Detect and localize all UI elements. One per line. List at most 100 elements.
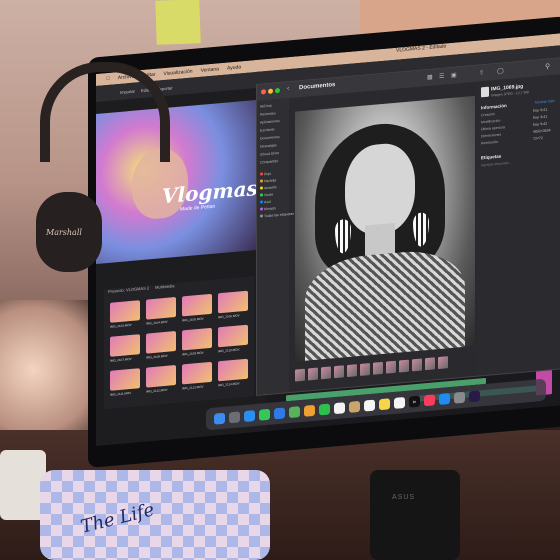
- project-panel: Proyecto: VLOGMAS 2 Multimedia IMG_2103.…: [104, 276, 254, 410]
- info-row-value: hoy, 9:41: [533, 114, 548, 120]
- clip-thumbnail[interactable]: [110, 334, 140, 357]
- dock-app-icon[interactable]: [439, 392, 450, 405]
- tag-dot-icon: [260, 193, 263, 197]
- dock-app-icon[interactable]: [349, 400, 360, 413]
- clip-thumbnail[interactable]: [146, 365, 176, 388]
- clip-label: IMG_2113.MOV: [182, 384, 204, 391]
- filmstrip-thumbnail[interactable]: [373, 361, 383, 375]
- filmstrip-thumbnail[interactable]: [347, 364, 357, 378]
- dock-app-icon[interactable]: [334, 401, 345, 414]
- dock-app-icon[interactable]: [319, 403, 330, 415]
- sidebar-tag[interactable]: Morado: [260, 206, 276, 211]
- headphones-brand-logo: Marshall: [46, 228, 82, 237]
- list-view-icon[interactable]: ☰: [439, 73, 444, 80]
- filmstrip-thumbnail[interactable]: [295, 368, 305, 382]
- dock-app-icon[interactable]: [469, 389, 480, 402]
- finder-title: Documentos: [299, 82, 336, 92]
- minimize-icon[interactable]: [268, 88, 273, 94]
- filmstrip-thumbnail[interactable]: [425, 357, 435, 371]
- menu-item[interactable]: Ventana: [201, 66, 219, 74]
- menu-item[interactable]: Ayuda: [227, 64, 241, 71]
- tags-input[interactable]: Agregar etiquetas...: [481, 161, 512, 168]
- sidebar-item[interactable]: Escritorio: [260, 127, 275, 132]
- sidebar-item[interactable]: Recientes: [260, 111, 276, 116]
- tab-project[interactable]: Proyecto: VLOGMAS 2: [108, 285, 149, 297]
- filmstrip-thumbnail[interactable]: [438, 356, 448, 370]
- clip-thumbnail[interactable]: [218, 358, 248, 382]
- filmstrip-thumbnail[interactable]: [308, 367, 318, 381]
- tag-dot-icon: [260, 172, 263, 176]
- menu-item[interactable]: Visualización: [164, 69, 193, 78]
- sidebar-tag[interactable]: Naranja: [260, 178, 276, 183]
- clip-thumbnail[interactable]: [182, 327, 212, 351]
- selected-photo[interactable]: [295, 95, 475, 362]
- info-row-label: Resolución: [481, 139, 499, 146]
- dock-app-icon[interactable]: [289, 405, 300, 418]
- clip-thumbnail[interactable]: [182, 293, 212, 317]
- filmstrip-thumbnail[interactable]: [321, 366, 331, 380]
- tab-media[interactable]: Multimedia: [155, 283, 174, 293]
- sidebar-tag[interactable]: Azul: [260, 200, 271, 205]
- dock-app-icon[interactable]: [214, 412, 225, 425]
- tag-dot-icon: [260, 207, 263, 211]
- sidebar-tag[interactable]: Todas las etiquetas: [260, 212, 294, 219]
- dock-app-icon[interactable]: [454, 391, 465, 404]
- clip-thumbnail[interactable]: [218, 324, 248, 348]
- tag-icon[interactable]: ◯: [497, 67, 504, 75]
- tag-dot-icon: [260, 186, 263, 190]
- grid-view-icon[interactable]: ▦: [427, 74, 433, 81]
- headphones-band: [40, 62, 170, 162]
- zoom-icon[interactable]: [275, 87, 280, 94]
- filmstrip-thumbnail[interactable]: [399, 359, 409, 373]
- filmstrip-thumbnail[interactable]: [334, 365, 344, 379]
- sidebar-tag[interactable]: Verde: [260, 193, 273, 198]
- dock-app-icon[interactable]: [379, 397, 390, 410]
- sidebar-item[interactable]: Documentos: [260, 135, 280, 141]
- sidebar-item[interactable]: Aplicaciones: [260, 119, 280, 125]
- sticky-note: [155, 0, 201, 45]
- info-row-value: hoy, 9:41: [533, 107, 548, 113]
- sidebar-tag[interactable]: Amarillo: [260, 185, 277, 190]
- close-icon[interactable]: [261, 89, 266, 95]
- clip-label: IMG_2103.MOV: [110, 322, 132, 329]
- dock-app-icon[interactable]: [394, 396, 405, 409]
- clip-thumbnail[interactable]: [110, 300, 140, 323]
- tags-section-title: Etiquetas: [481, 153, 502, 161]
- dock-app-icon[interactable]: [244, 409, 255, 422]
- sidebar-item[interactable]: AirDrop: [260, 104, 272, 109]
- clip-thumbnail[interactable]: [218, 290, 248, 314]
- dock-app-icon[interactable]: [304, 404, 315, 417]
- info-panel: IMG_1069.jpg Imagen JPEG - 12,7 MB Infor…: [477, 74, 560, 376]
- back-chevron-icon[interactable]: ‹: [287, 85, 289, 92]
- search-icon[interactable]: ⚲: [545, 62, 550, 70]
- dock-app-icon[interactable]: [364, 399, 375, 412]
- dock-app-icon[interactable]: [259, 408, 270, 421]
- clip-thumbnail[interactable]: [146, 331, 176, 354]
- share-icon[interactable]: ⇧: [479, 69, 484, 76]
- dock-app-icon[interactable]: [274, 406, 285, 419]
- dock-app-icon[interactable]: tv: [409, 395, 420, 408]
- filmstrip-thumbnail[interactable]: [360, 363, 370, 376]
- dock-app-icon[interactable]: [229, 410, 240, 423]
- clip-label: IMG_2109.MOV: [182, 350, 204, 357]
- finder-window: ‹ Documentos ▦ ☰ ▣ ⇧ ◯ ⚲ AirDrop Reciente…: [256, 57, 560, 397]
- filmstrip-thumbnail[interactable]: [386, 360, 396, 374]
- clip-thumbnail[interactable]: [182, 361, 212, 385]
- clip-label: IMG_2106.MOV: [218, 313, 240, 320]
- filmstrip-thumbnail[interactable]: [412, 358, 422, 372]
- info-row-value: 4032×3024: [533, 128, 551, 134]
- monitor-screen:  Archivo Editar Visualización Ventana A…: [96, 33, 560, 446]
- gallery-view-icon[interactable]: ▣: [451, 71, 457, 78]
- monitor-stand: [370, 470, 460, 560]
- sidebar-item[interactable]: Compartido: [260, 159, 278, 165]
- clip-label: IMG_2110.MOV: [218, 347, 240, 354]
- dock-app-icon[interactable]: [424, 393, 435, 406]
- monitor-brand-logo: ASUS: [392, 494, 416, 501]
- clip-thumbnail[interactable]: [146, 297, 176, 320]
- sidebar-item[interactable]: iCloud Drive: [260, 151, 279, 157]
- sidebar-tag[interactable]: Rojo: [260, 172, 271, 177]
- sidebar-item[interactable]: Descargas: [260, 143, 277, 148]
- clip-thumbnail[interactable]: [110, 368, 140, 391]
- tag-dot-icon: [260, 179, 263, 183]
- show-more-link[interactable]: Mostrar más: [535, 99, 554, 105]
